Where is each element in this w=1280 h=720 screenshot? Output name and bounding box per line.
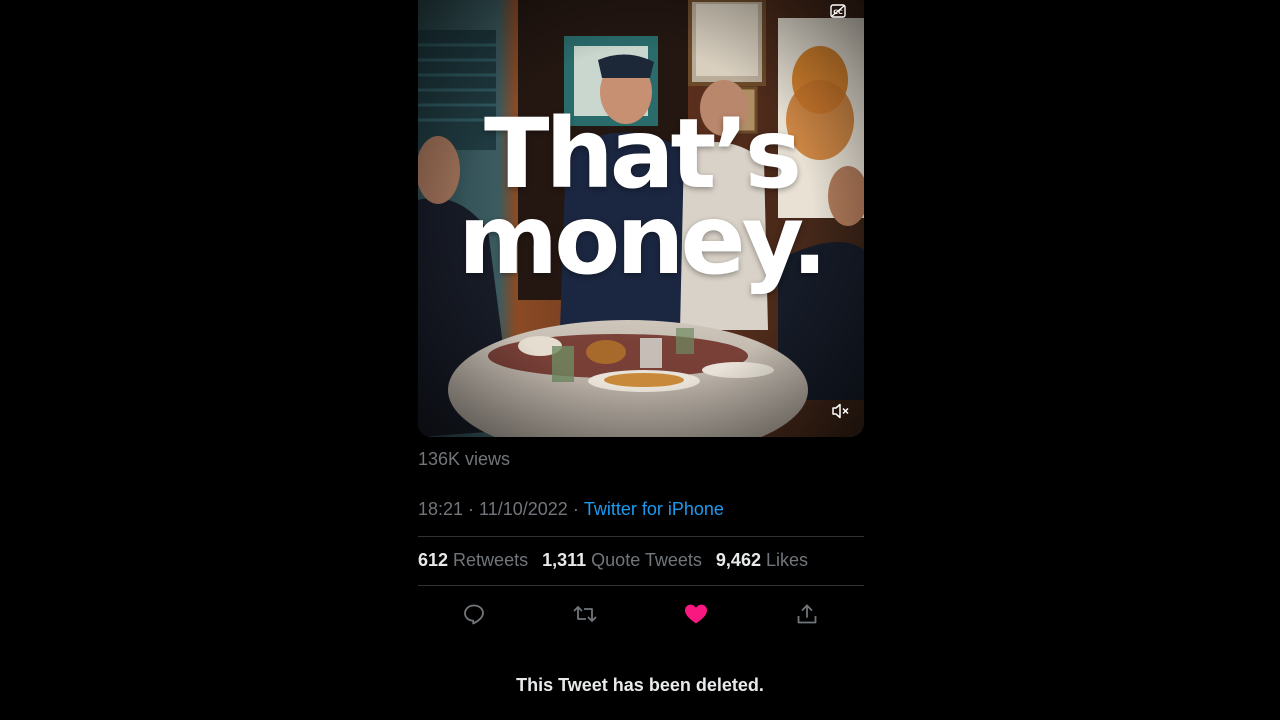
divider xyxy=(418,536,864,537)
retweet-button[interactable] xyxy=(565,592,605,636)
likes-label: Likes xyxy=(765,550,808,570)
heart-filled-icon xyxy=(685,604,707,624)
retweets-label: Retweets xyxy=(453,550,529,570)
tweet-video[interactable]: That’s money. CC xyxy=(418,0,864,437)
retweet-icon xyxy=(573,606,597,622)
engagement-stats: 612 Retweets 1,311 Quote Tweets 9,462 Likes xyxy=(418,550,817,571)
retweets-count: 612 xyxy=(418,550,449,570)
quote-tweets-label: Quote Tweets xyxy=(591,550,702,570)
video-caption-line2: money. xyxy=(458,184,828,296)
tweet-detail: That’s money. CC 136K views 18:21 · 11/10/… xyxy=(418,0,864,720)
svg-text:CC: CC xyxy=(833,8,843,16)
share-button[interactable] xyxy=(787,592,827,636)
likes-count: 9,462 xyxy=(715,550,761,570)
closed-captions-icon[interactable]: CC xyxy=(830,4,846,18)
divider xyxy=(418,585,864,586)
quote-tweets-count: 1,311 xyxy=(542,550,587,570)
reply-icon xyxy=(464,604,484,625)
share-icon xyxy=(797,604,817,624)
tweet-time[interactable]: 18:21 xyxy=(418,499,463,519)
like-button[interactable] xyxy=(676,592,716,636)
retweets-stat[interactable]: 612 Retweets xyxy=(418,550,528,570)
quote-tweets-stat[interactable]: 1,311 Quote Tweets xyxy=(542,550,702,570)
tweet-actions xyxy=(418,592,864,636)
tweet-source-link[interactable]: Twitter for iPhone xyxy=(584,499,724,519)
speaker-muted-icon[interactable] xyxy=(830,401,850,421)
tweet-date[interactable]: 11/10/2022 xyxy=(479,499,568,519)
likes-stat[interactable]: 9,462 Likes xyxy=(716,550,808,570)
deleted-tweet-notice: This Tweet has been deleted. xyxy=(516,675,764,695)
tweet-timestamp: 18:21 · 11/10/2022 · Twitter for iPhone xyxy=(418,499,724,519)
reply-button[interactable] xyxy=(454,592,494,636)
view-count: 136K views xyxy=(418,449,511,469)
